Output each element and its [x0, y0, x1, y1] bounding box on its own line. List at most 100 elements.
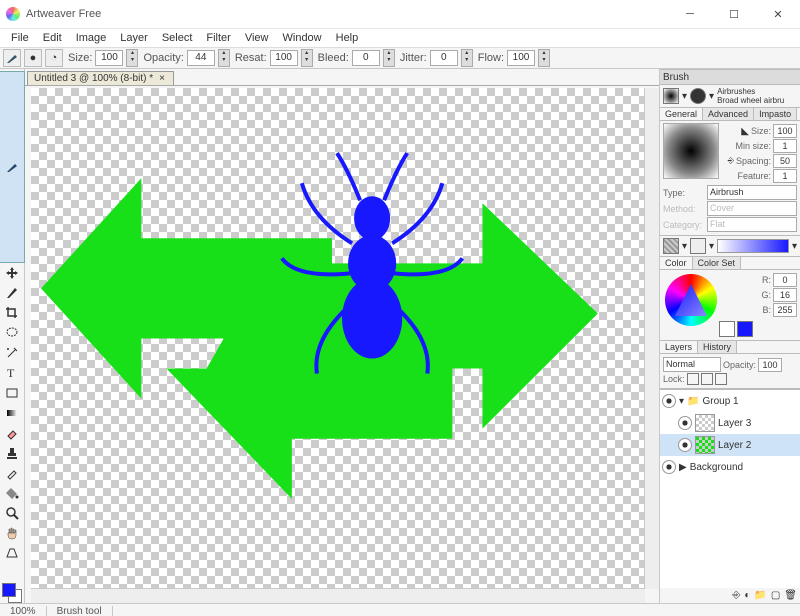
bleed-spin[interactable]: ▴▾	[383, 49, 395, 67]
flow-spin[interactable]: ▴▾	[538, 49, 550, 67]
color-r-field[interactable]: 0	[773, 273, 797, 287]
new-layer-icon[interactable]: ▢	[771, 590, 780, 601]
size-field[interactable]: 100	[95, 50, 123, 66]
shape-tool[interactable]	[1, 383, 23, 403]
opacity-spin[interactable]: ▴▾	[218, 49, 230, 67]
brush-tab-general[interactable]: General	[660, 108, 703, 120]
menu-file[interactable]: File	[4, 31, 36, 45]
layers-tab-layers[interactable]: Layers	[660, 341, 698, 353]
horizontal-scrollbar[interactable]	[31, 588, 645, 603]
layer-row[interactable]: ▶ Background	[660, 456, 800, 478]
menu-select[interactable]: Select	[155, 31, 200, 45]
delete-layer-icon[interactable]: 🗑	[784, 590, 797, 601]
jitter-spin[interactable]: ▴▾	[461, 49, 473, 67]
color-b-label: B:	[762, 305, 771, 315]
eraser-tool[interactable]	[1, 423, 23, 443]
crop-tool[interactable]	[1, 303, 23, 323]
lasso-tool[interactable]	[1, 323, 23, 343]
brush-feature-field[interactable]: 1	[773, 169, 797, 183]
bleed-field[interactable]: 0	[352, 50, 380, 66]
brush-tab-advanced[interactable]: Advanced	[703, 108, 754, 120]
fg-color-swatch[interactable]	[2, 583, 16, 597]
menu-window[interactable]: Window	[276, 31, 329, 45]
eyedropper-tool[interactable]	[1, 463, 23, 483]
resat-field[interactable]: 100	[270, 50, 298, 66]
gradient-dropdown-icon[interactable]: ▾	[792, 241, 797, 252]
blend-mode-select[interactable]: Normal	[663, 357, 721, 372]
lock-pixels-icon[interactable]	[687, 373, 699, 385]
brush-link-icon[interactable]: ⎆	[728, 156, 734, 166]
brush-preset-thumb[interactable]	[663, 88, 679, 104]
paper-swatch[interactable]	[690, 238, 706, 254]
lock-all-icon[interactable]	[715, 373, 727, 385]
flow-field[interactable]: 100	[507, 50, 535, 66]
brush-tip-dropdown-icon[interactable]: ▾	[709, 91, 714, 102]
color-swatches[interactable]	[2, 583, 22, 603]
hand-tool[interactable]	[1, 523, 23, 543]
layer-link-icon[interactable]: ⎆	[732, 590, 740, 601]
color-g-field[interactable]: 16	[773, 288, 797, 302]
vertical-scrollbar[interactable]	[644, 88, 659, 589]
color-tab-color[interactable]: Color	[660, 257, 693, 269]
layer-row[interactable]: Layer 2	[660, 434, 800, 456]
fill-tool[interactable]	[1, 483, 23, 503]
color-tab-colorset[interactable]: Color Set	[693, 257, 742, 269]
minimize-button[interactable]: ─	[668, 0, 712, 28]
layer-mask-icon[interactable]: ◐	[744, 590, 750, 601]
jitter-field[interactable]: 0	[430, 50, 458, 66]
menu-filter[interactable]: Filter	[199, 31, 237, 45]
current-color-swatch[interactable]	[737, 321, 753, 337]
paper-dropdown-icon[interactable]: ▾	[709, 241, 714, 252]
new-group-icon[interactable]: 📁	[754, 590, 766, 601]
brush-shape-icon[interactable]: ◣	[741, 126, 749, 137]
expand-icon[interactable]: ▾	[679, 396, 684, 407]
document-tab[interactable]: Untitled 3 @ 100% (8-bit) * ×	[27, 71, 174, 85]
menu-help[interactable]: Help	[329, 31, 366, 45]
document-tab-close-icon[interactable]: ×	[159, 73, 165, 84]
brush-spacing-field[interactable]: 50	[773, 154, 797, 168]
text-tool[interactable]: T	[1, 363, 23, 383]
gradient-tool[interactable]	[1, 403, 23, 423]
brush-type-select[interactable]: Airbrush	[707, 185, 797, 200]
move-tool[interactable]	[1, 263, 23, 283]
maximize-button[interactable]: ☐	[712, 0, 756, 28]
color-b-field[interactable]: 255	[773, 303, 797, 317]
brush-minsize-field[interactable]: 1	[773, 139, 797, 153]
status-zoom[interactable]: 100%	[0, 606, 47, 616]
lock-position-icon[interactable]	[701, 373, 713, 385]
visibility-toggle-icon[interactable]	[678, 416, 692, 430]
brush-size-field[interactable]: 100	[773, 124, 797, 138]
opacity-field[interactable]: 44	[187, 50, 215, 66]
brush-tip-icon[interactable]: ◔	[45, 49, 63, 67]
brush-preset-dropdown-icon[interactable]: ▾	[682, 91, 687, 102]
layer-row[interactable]: Layer 3	[660, 412, 800, 434]
menu-layer[interactable]: Layer	[113, 31, 155, 45]
visibility-toggle-icon[interactable]	[678, 438, 692, 452]
menu-view[interactable]: View	[238, 31, 276, 45]
perspective-tool[interactable]	[1, 543, 23, 563]
layer-opacity-field[interactable]: 100	[758, 358, 782, 372]
brush-tab-impasto[interactable]: Impasto	[754, 108, 797, 120]
visibility-toggle-icon[interactable]	[662, 394, 676, 408]
prev-color-swatch[interactable]	[719, 321, 735, 337]
pencil-tool[interactable]	[1, 283, 23, 303]
menu-edit[interactable]: Edit	[36, 31, 69, 45]
visibility-toggle-icon[interactable]	[662, 460, 676, 474]
stamp-tool[interactable]	[1, 443, 23, 463]
pattern-dropdown-icon[interactable]: ▾	[682, 241, 687, 252]
layers-tab-history[interactable]: History	[698, 341, 737, 353]
brush-tool[interactable]	[0, 71, 25, 263]
brush-tip-thumb[interactable]	[690, 88, 706, 104]
wand-tool[interactable]	[1, 343, 23, 363]
color-wheel[interactable]	[665, 274, 717, 326]
resat-spin[interactable]: ▴▾	[301, 49, 313, 67]
pattern-swatch[interactable]	[663, 238, 679, 254]
size-spin[interactable]: ▴▾	[126, 49, 138, 67]
layer-group-row[interactable]: ▾ 📁 Group 1	[660, 390, 800, 412]
close-button[interactable]: ✕	[756, 0, 800, 28]
zoom-tool[interactable]	[1, 503, 23, 523]
menu-image[interactable]: Image	[69, 31, 114, 45]
gradient-swatch[interactable]	[717, 239, 789, 253]
canvas[interactable]	[31, 88, 645, 589]
brush-preset-icon[interactable]: ●	[24, 49, 42, 67]
